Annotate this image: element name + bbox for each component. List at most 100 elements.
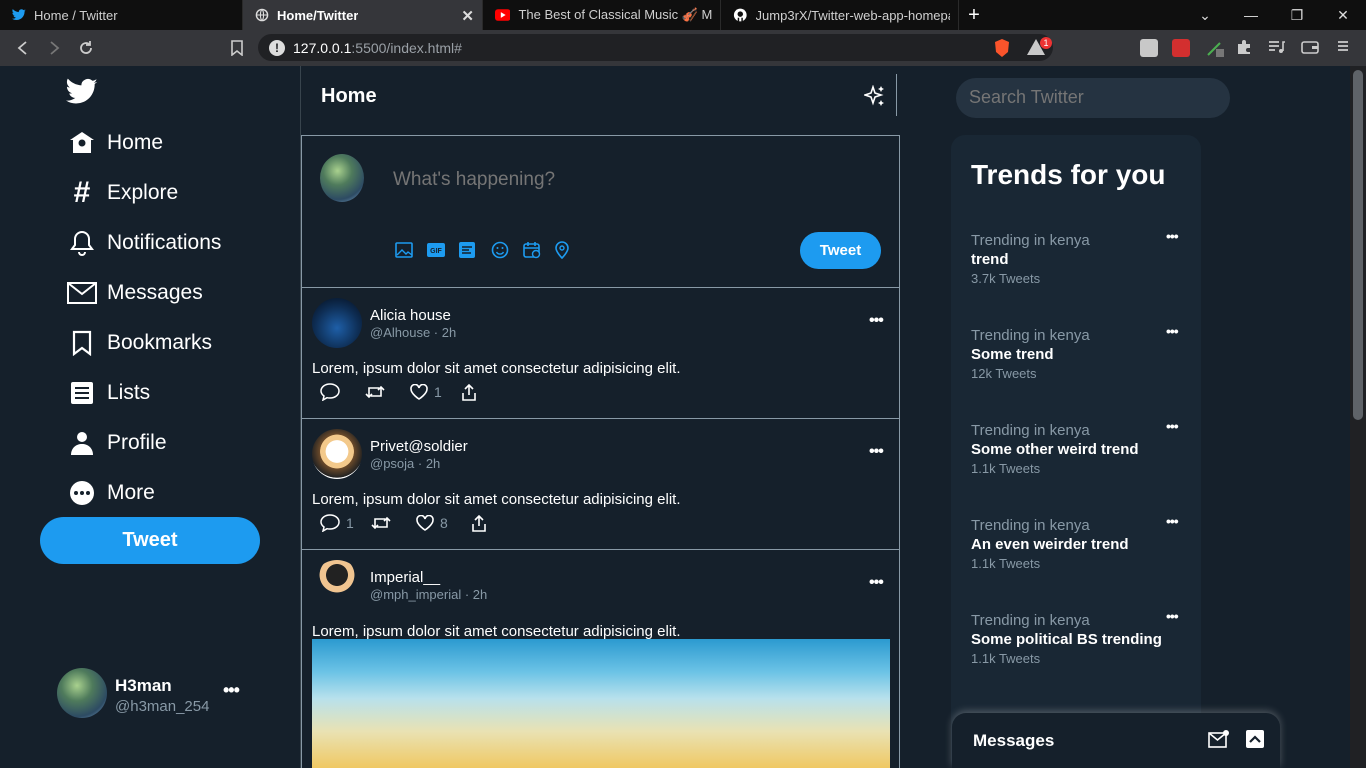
trend-count: 3.7k Tweets (971, 271, 1041, 286)
brave-shield-icon[interactable] (993, 38, 1011, 57)
reply-button[interactable] (320, 383, 365, 401)
tweet-card[interactable]: Alicia house @Alhouse · 2h ••• Lorem, ip… (301, 288, 900, 419)
twitter-favicon-icon (12, 9, 26, 21)
expand-up-icon[interactable] (1246, 730, 1264, 748)
url-bar[interactable]: ! 127.0.0.1 :5500/index.html# (258, 34, 1053, 61)
divider (896, 74, 897, 116)
tweet-card[interactable]: Imperial__ @mph_imperial · 2h ••• Lorem,… (301, 550, 900, 768)
gif-icon[interactable]: GIF (427, 240, 459, 260)
account-switcher[interactable]: H3man @h3man_254 ••• (57, 668, 257, 718)
avatar[interactable] (312, 560, 362, 610)
search-input[interactable] (969, 87, 1209, 108)
new-message-icon[interactable] (1208, 729, 1230, 749)
tab-home-twitter-active[interactable]: Home/Twitter ✕ (243, 0, 483, 30)
trend-item[interactable]: Trending in kenya An even weirder trend … (971, 513, 1181, 577)
image-icon[interactable] (395, 240, 427, 260)
tweet-media-image[interactable] (312, 639, 890, 768)
sidebar-tweet-button[interactable]: Tweet (40, 517, 260, 564)
more-icon[interactable]: ••• (1166, 323, 1179, 339)
sidebar-item-notifications[interactable]: Notifications (66, 226, 221, 260)
sidebar-item-more[interactable]: More (66, 476, 155, 510)
more-icon[interactable]: ••• (1166, 228, 1179, 244)
tweet-text: Lorem, ipsum dolor sit amet consectetur … (312, 360, 681, 377)
location-icon[interactable] (555, 240, 587, 260)
extension-3-icon[interactable] (1206, 39, 1224, 57)
retweet-button[interactable] (365, 384, 410, 400)
more-icon[interactable]: ••• (1166, 513, 1179, 529)
trend-item[interactable]: Trending in kenya trend 3.7k Tweets ••• (971, 228, 1181, 292)
more-circle-icon (66, 477, 98, 509)
wallet-icon[interactable] (1301, 39, 1319, 57)
tweet-author-name[interactable]: Alicia house (370, 307, 451, 324)
tab-label: Jump3rX/Twitter-web-app-homepage (755, 7, 950, 23)
tweet-author-meta: @mph_imperial · 2h (370, 587, 488, 602)
tweet-card[interactable]: Privet@soldier @psoja · 2h ••• Lorem, ip… (301, 419, 900, 550)
extensions-puzzle-icon[interactable] (1236, 39, 1254, 57)
sidebar-item-bookmarks[interactable]: Bookmarks (66, 326, 212, 360)
tab-github[interactable]: Jump3rX/Twitter-web-app-homepage (721, 0, 959, 30)
envelope-icon (66, 277, 98, 309)
new-tab-button[interactable]: + (959, 0, 989, 30)
scrollbar-thumb[interactable] (1353, 70, 1363, 420)
avatar[interactable] (312, 429, 362, 479)
avatar[interactable] (312, 298, 362, 348)
sidebar-item-profile[interactable]: Profile (66, 426, 167, 460)
reply-button[interactable]: 1 (320, 514, 371, 532)
close-window-icon[interactable]: ✕ (1320, 0, 1366, 30)
reply-icon (320, 514, 340, 532)
search-box[interactable] (956, 78, 1230, 118)
page-scrollbar[interactable] (1350, 66, 1366, 768)
share-button[interactable] (462, 383, 476, 401)
tweet-author-name[interactable]: Imperial__ (370, 569, 440, 586)
trend-count: 1.1k Tweets (971, 651, 1041, 666)
bookmark-page-icon[interactable] (228, 39, 246, 57)
back-icon[interactable] (14, 39, 32, 57)
messages-drawer[interactable]: Messages (952, 713, 1280, 768)
forward-icon[interactable] (45, 39, 63, 57)
schedule-icon[interactable] (523, 240, 555, 260)
sidebar-item-explore[interactable]: # Explore (66, 176, 179, 210)
heart-icon (416, 515, 434, 531)
share-button[interactable] (472, 514, 486, 532)
poll-icon[interactable] (459, 240, 491, 260)
twitter-logo-icon[interactable] (66, 78, 98, 106)
sidebar-item-messages[interactable]: Messages (66, 276, 203, 310)
tweet-author-name[interactable]: Privet@soldier (370, 438, 468, 455)
trend-item[interactable]: Trending in kenya Some political BS tren… (971, 608, 1181, 672)
sparkle-icon[interactable] (862, 84, 886, 107)
site-info-icon[interactable]: ! (269, 39, 285, 56)
more-icon[interactable]: ••• (223, 680, 240, 701)
trend-item[interactable]: Trending in kenya Some trend 12k Tweets … (971, 323, 1181, 387)
restore-icon[interactable]: ❐ (1274, 0, 1320, 30)
trend-count: 12k Tweets (971, 366, 1037, 381)
sidebar-item-lists[interactable]: Lists (66, 376, 150, 410)
sidebar-item-home[interactable]: Home (66, 126, 163, 160)
more-icon[interactable]: ••• (1166, 418, 1179, 434)
messages-drawer-title: Messages (973, 731, 1055, 750)
tab-classical-music[interactable]: The Best of Classical Music 🎻 Mozart (483, 0, 721, 30)
compose-tweet-button[interactable]: Tweet (800, 232, 881, 269)
tab-home-twitter[interactable]: Home / Twitter (0, 0, 243, 30)
hashtag-icon: # (73, 176, 91, 209)
trend-item[interactable]: Trending in kenya Some other weird trend… (971, 418, 1181, 482)
like-button[interactable]: 8 (416, 515, 472, 531)
media-controls-icon[interactable] (1268, 39, 1286, 57)
like-button[interactable]: 1 (410, 384, 462, 400)
more-icon[interactable]: ••• (869, 574, 884, 592)
emoji-icon[interactable] (491, 240, 523, 260)
compose-input[interactable] (393, 169, 793, 191)
tab-search-icon[interactable]: ⌄ (1182, 0, 1228, 30)
trend-category: Trending in kenya (971, 327, 1090, 344)
extension-2-icon[interactable] (1172, 39, 1190, 57)
browser-menu-icon[interactable] (1336, 39, 1354, 57)
bell-icon (66, 227, 98, 259)
reload-icon[interactable] (77, 39, 95, 57)
more-icon[interactable]: ••• (869, 312, 884, 330)
extension-1-icon[interactable] (1140, 39, 1158, 57)
more-icon[interactable]: ••• (1166, 608, 1179, 624)
retweet-button[interactable] (371, 515, 416, 531)
github-icon (733, 8, 747, 22)
minimize-icon[interactable]: — (1228, 0, 1274, 30)
more-icon[interactable]: ••• (869, 443, 884, 461)
close-tab-icon[interactable]: ✕ (461, 7, 474, 25)
